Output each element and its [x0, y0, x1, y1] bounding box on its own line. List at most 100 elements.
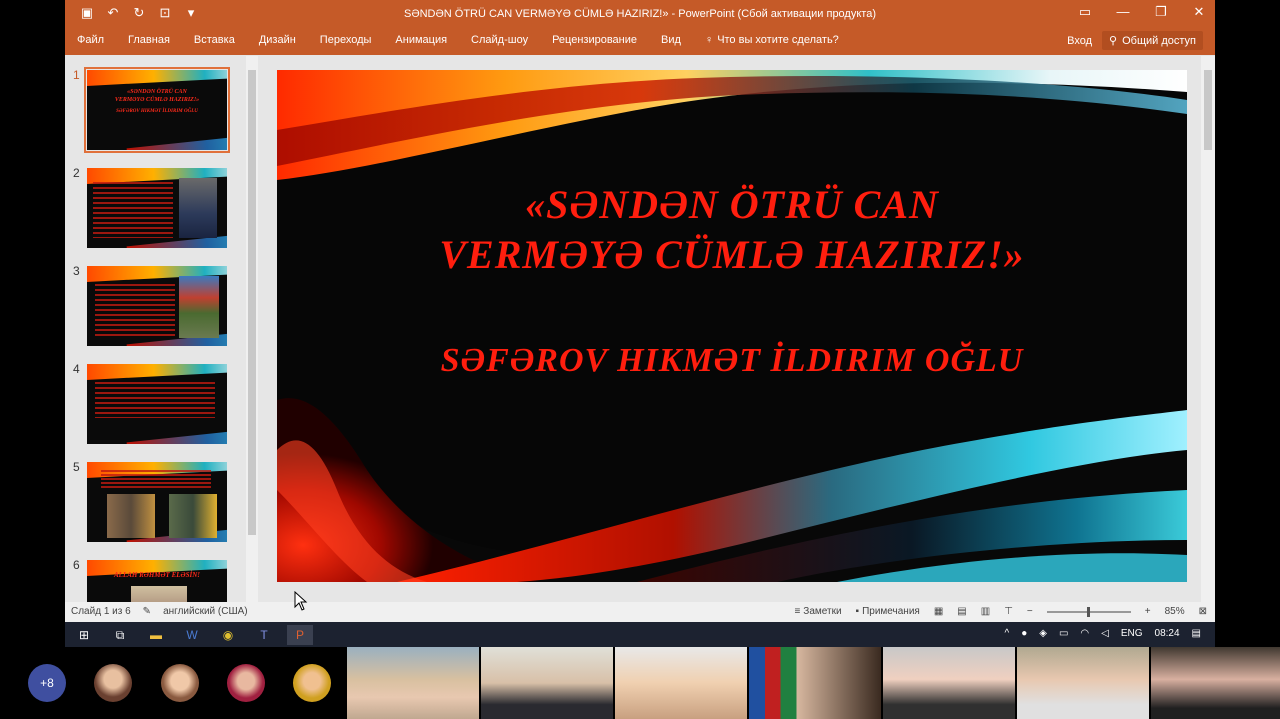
window-title: SƏNDƏN ÖTRÜ CAN VERMƏYƏ CÜMLƏ HAZIRIZ!» …	[404, 8, 876, 20]
thumb-number: 6	[73, 558, 80, 572]
system-tray: ^ ● ◈ ▭ ◠ ◁ ENG 08:24 ▤	[1005, 628, 1202, 639]
thumb-line: ALLAH RƏHMƏT ELƏSİN!	[114, 571, 200, 579]
thumb-number: 3	[73, 264, 80, 278]
file-explorer-icon[interactable]: ▬	[143, 625, 169, 645]
thumbnail-slide-6[interactable]: ALLAH RƏHMƏT ELƏSİN!	[87, 560, 227, 602]
notes-button[interactable]: ≡ Заметки	[794, 606, 841, 617]
language-indicator[interactable]: английский (США)	[163, 606, 248, 617]
participant-avatar[interactable]	[161, 664, 199, 702]
participant-video[interactable]	[615, 647, 747, 719]
editor-scrollbar[interactable]	[1201, 56, 1215, 602]
teams-icon[interactable]: T	[251, 625, 277, 645]
share-button[interactable]: ⚲ Общий доступ	[1102, 31, 1203, 50]
tab-transitions[interactable]: Переходы	[320, 34, 372, 46]
slide-subtitle[interactable]: SƏFƏROV HIKMƏT İLDIRIM OĞLU	[277, 342, 1187, 380]
close-icon[interactable]: ✕	[1191, 4, 1207, 20]
slide-editor: «SƏNDƏN ÖTRÜ CAN VERMƏYƏ CÜMLƏ HAZIRIZ!»…	[261, 56, 1215, 602]
thumb-number: 4	[73, 362, 80, 376]
screen: ▣ ↶ ↻ ⊡ ▾ SƏNDƏN ÖTRÜ CAN VERMƏYƏ CÜMLƏ …	[0, 0, 1280, 719]
restore-icon[interactable]: ❐	[1153, 4, 1169, 20]
tab-insert[interactable]: Вставка	[194, 34, 235, 46]
participant-video[interactable]	[1151, 647, 1280, 719]
thumbnails-scrollbar[interactable]	[246, 56, 258, 602]
comment-icon: ▪	[855, 606, 860, 617]
tab-animations[interactable]: Анимация	[395, 34, 447, 46]
participant-video[interactable]	[749, 647, 881, 719]
tab-home[interactable]: Главная	[128, 34, 170, 46]
thumbnail-slide-1[interactable]: «SƏNDƏN ÖTRÜ CAN VERMƏYƏ CÜMLƏ HAZIRIZ!»…	[84, 67, 230, 153]
slide-counter: Слайд 1 из 6	[71, 606, 131, 617]
more-participants-button[interactable]: +8	[28, 664, 66, 702]
slide-sorter-icon[interactable]: ▤	[957, 606, 966, 617]
battery-icon[interactable]: ▭	[1059, 628, 1068, 639]
thumbnail-slide-2[interactable]	[87, 168, 227, 248]
comments-button[interactable]: ▪ Примечания	[856, 606, 920, 617]
chrome-icon[interactable]: ◉	[215, 625, 241, 645]
participant-video[interactable]	[1017, 647, 1149, 719]
powerpoint-window: ▣ ↶ ↻ ⊡ ▾ SƏNDƏN ÖTRÜ CAN VERMƏYƏ CÜMLƏ …	[65, 0, 1215, 622]
slide-thumbnails-pane: 1 «SƏNDƏN ÖTRÜ CAN VERMƏYƏ CÜMLƏ HAZIRIZ…	[65, 56, 260, 602]
tell-me-box[interactable]: ♀ Что вы хотите сделать?	[705, 34, 839, 46]
notes-label: Заметки	[803, 606, 842, 617]
thumbnail-slide-3[interactable]	[87, 266, 227, 346]
zoom-out-icon[interactable]: −	[1027, 606, 1033, 617]
thumb-line: «SƏNDƏN ÖTRÜ CAN	[127, 89, 187, 95]
input-language[interactable]: ENG	[1121, 628, 1143, 639]
thumb-line: SƏFƏROV HIKMƏT İLDIRIM OĞLU	[116, 109, 198, 114]
notes-icon: ≡	[794, 606, 801, 617]
participant-video[interactable]	[481, 647, 613, 719]
thumb-line: VERMƏYƏ CÜMLƏ HAZIRIZ!»	[114, 97, 200, 103]
slide-title-line-1: «SƏNDƏN ÖTRÜ CAN	[525, 182, 939, 227]
participant-avatar[interactable]	[293, 664, 331, 702]
wifi-icon[interactable]: ◠	[1080, 628, 1089, 639]
tab-file[interactable]: Файл	[77, 34, 104, 46]
participant-video[interactable]	[883, 647, 1015, 719]
participant-video[interactable]	[347, 647, 479, 719]
participant-avatar[interactable]	[94, 664, 132, 702]
current-slide[interactable]: «SƏNDƏN ÖTRÜ CAN VERMƏYƏ CÜMLƏ HAZIRIZ!»…	[277, 70, 1187, 582]
tab-view[interactable]: Вид	[661, 34, 681, 46]
task-view-icon[interactable]: ⧉	[107, 625, 133, 645]
participant-avatar[interactable]	[227, 664, 265, 702]
fit-to-window-icon[interactable]: ⊠	[1199, 606, 1207, 617]
clock[interactable]: 08:24	[1155, 628, 1180, 639]
slide-title-line-2: VERMƏYƏ CÜMLƏ HAZIRIZ!»	[439, 232, 1025, 277]
slide-title[interactable]: «SƏNDƏN ÖTRÜ CAN VERMƏYƏ CÜMLƏ HAZIRIZ!»	[277, 180, 1187, 280]
signin-link[interactable]: Вход	[1067, 35, 1092, 47]
tab-design[interactable]: Дизайн	[259, 34, 296, 46]
zoom-level[interactable]: 85%	[1165, 606, 1185, 617]
thumbnail-slide-5[interactable]	[87, 462, 227, 542]
volume-icon[interactable]: ◁	[1101, 628, 1109, 639]
thumb-number: 2	[73, 166, 80, 180]
lightbulb-icon: ♀	[704, 34, 714, 46]
ribbon-display-icon[interactable]: ▭	[1077, 4, 1093, 20]
title-bar: ▣ ↶ ↻ ⊡ ▾ SƏNDƏN ÖTRÜ CAN VERMƏYƏ CÜMLƏ …	[65, 0, 1215, 28]
microphone-icon[interactable]: ●	[1021, 628, 1027, 639]
mouse-cursor-icon	[294, 591, 308, 611]
reading-view-icon[interactable]: ▥	[981, 606, 990, 617]
windows-start-icon[interactable]: ⊞	[71, 625, 97, 645]
windows-taskbar: ⊞ ⧉ ▬ W ◉ T P ^ ● ◈ ▭ ◠ ◁ ENG 08:24 ▤	[65, 622, 1215, 647]
share-label: Общий доступ	[1122, 34, 1196, 47]
spellcheck-icon[interactable]: ✎	[143, 606, 151, 617]
zoom-thumb[interactable]	[1086, 606, 1090, 617]
notifications-icon[interactable]: ▤	[1192, 628, 1201, 639]
thumb-number: 1	[73, 68, 80, 82]
word-icon[interactable]: W	[179, 625, 205, 645]
comments-label: Примечания	[862, 606, 920, 617]
person-icon: ⚲	[1109, 35, 1118, 47]
tab-review[interactable]: Рецензирование	[552, 34, 637, 46]
thumb-number: 5	[73, 460, 80, 474]
thumbnail-slide-4[interactable]	[87, 364, 227, 444]
tray-expand-icon[interactable]: ^	[1005, 628, 1010, 639]
video-call-strip: +8	[0, 647, 1280, 719]
minimize-icon[interactable]: —	[1115, 4, 1131, 20]
zoom-in-icon[interactable]: +	[1145, 606, 1151, 617]
powerpoint-taskbar-icon[interactable]: P	[287, 625, 313, 645]
ribbon-tabs: Файл Главная Вставка Дизайн Переходы Ани…	[65, 28, 1215, 55]
network-icon[interactable]: ◈	[1039, 628, 1047, 639]
tab-slideshow[interactable]: Слайд-шоу	[471, 34, 528, 46]
slideshow-view-icon[interactable]: ⊤	[1004, 606, 1013, 617]
zoom-slider[interactable]	[1046, 606, 1131, 617]
normal-view-icon[interactable]: ▦	[934, 606, 943, 617]
